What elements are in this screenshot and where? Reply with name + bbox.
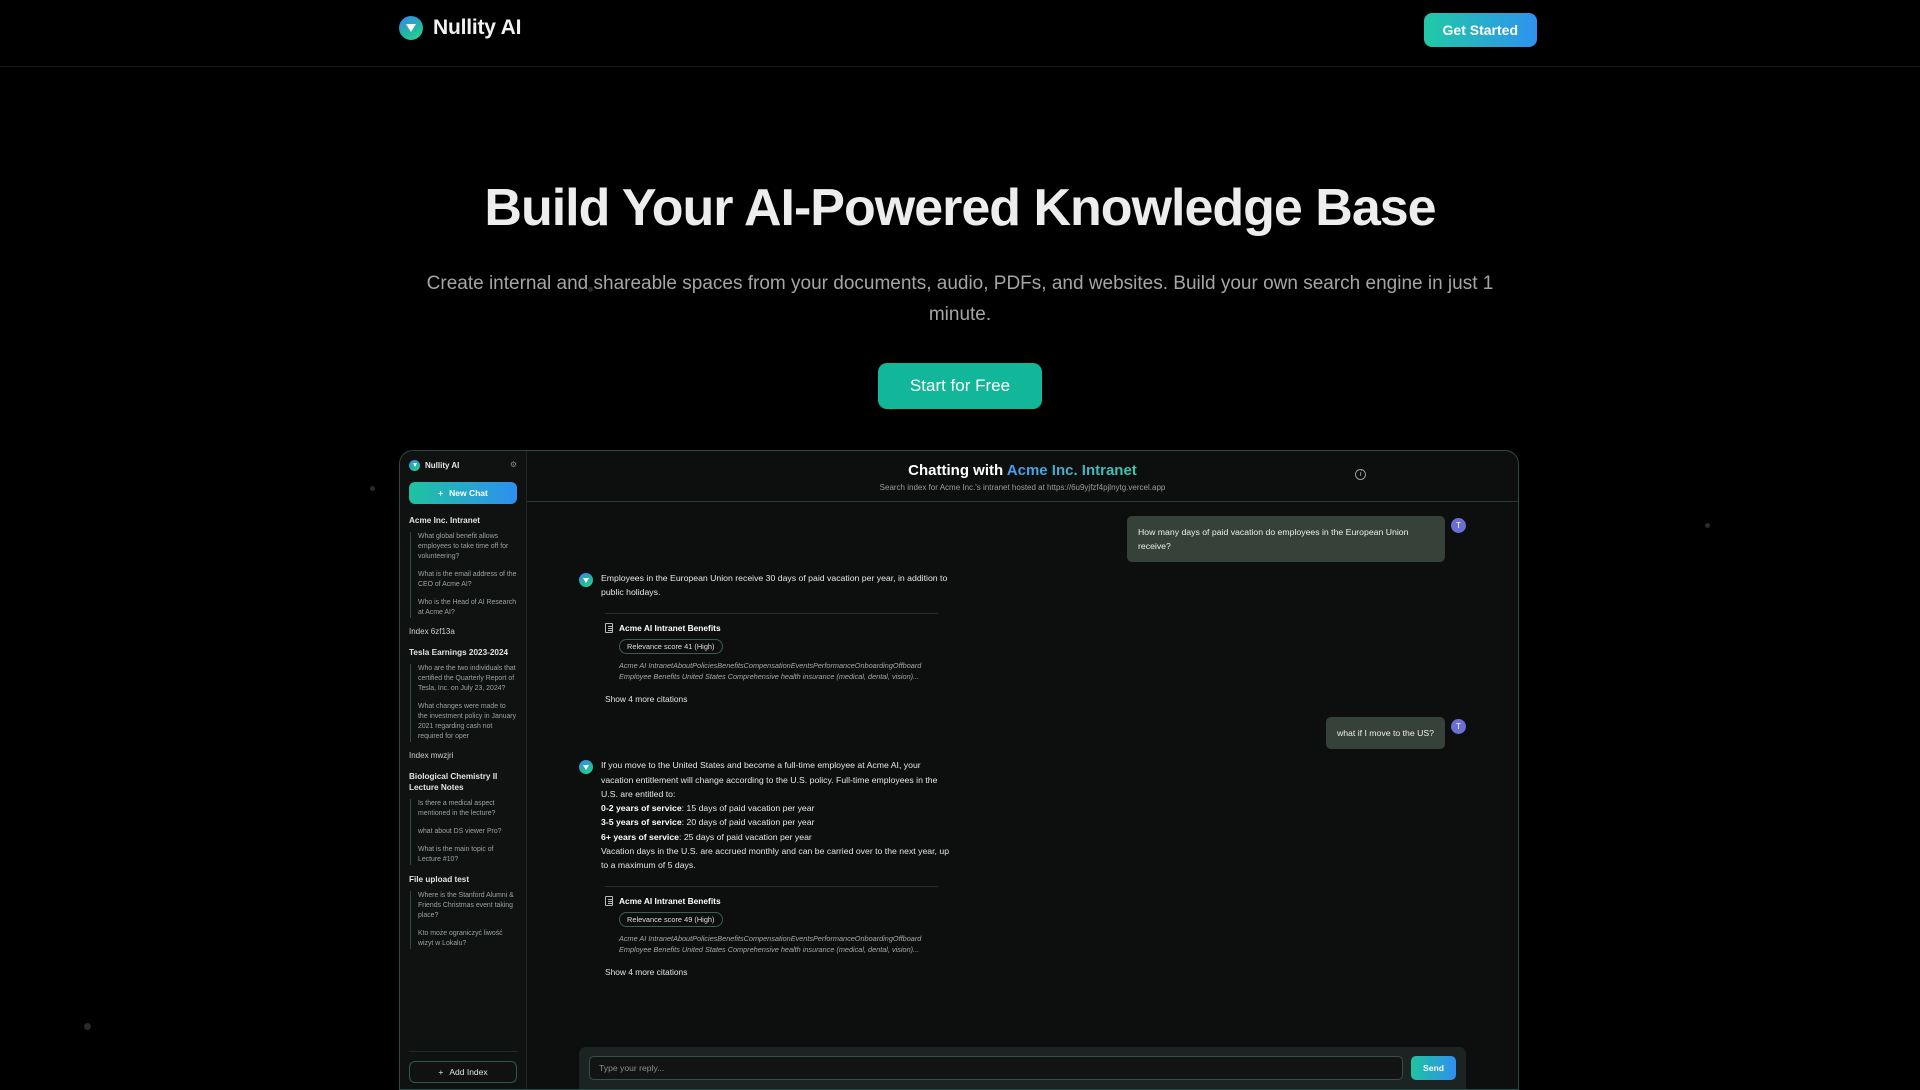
avatar: T — [1451, 518, 1466, 533]
message-composer: Send — [579, 1047, 1466, 1089]
service-tier-value: : 20 days of paid vacation per year — [681, 817, 815, 828]
brand-logo[interactable]: Nullity AI — [399, 16, 521, 40]
reply-input[interactable] — [589, 1056, 1403, 1080]
chat-header: Chatting with Acme Inc. Intranet Search … — [527, 451, 1518, 502]
document-icon — [605, 622, 613, 633]
message-row-bot: Employees in the European Union receive … — [579, 571, 1466, 600]
citation-card[interactable]: Acme AI Intranet Benefits Relevance scor… — [605, 622, 1466, 683]
sidebar-group-title[interactable]: Acme Inc. Intranet — [409, 515, 517, 526]
sidebar-divider — [409, 1051, 517, 1052]
relevance-score-badge: Relevance score 49 (High) — [619, 911, 723, 927]
sidebar-thread-item[interactable]: Who is the Head of AI Research at Acme A… — [418, 598, 517, 618]
citation-header: Acme AI Intranet Benefits — [605, 622, 1466, 633]
service-tier-value: : 15 days of paid vacation per year — [681, 803, 815, 814]
citation-snippet: Acme AI IntranetAboutPoliciesBenefitsCom… — [619, 933, 922, 954]
sidebar-thread-item[interactable]: Kto może ograniczyć liwość wizyt w Lokal… — [418, 929, 517, 949]
citation-divider — [605, 612, 938, 614]
sidebar-thread-item[interactable]: Where is the Stanford Alumni & Friends C… — [418, 891, 517, 921]
decorative-dot — [370, 486, 375, 491]
sidebar-index-label: Index mwzjri — [409, 751, 454, 761]
sidebar-group: File upload test Where is the Stanford A… — [409, 874, 517, 950]
bot-avatar-icon — [579, 760, 593, 775]
show-more-citations-link[interactable]: Show 4 more citations — [605, 694, 1466, 704]
sidebar-thread-item[interactable]: Is there a medical aspect mentioned in t… — [418, 799, 517, 819]
bot-message-closing: Vacation days in the U.S. are accrued mo… — [601, 846, 950, 871]
sidebar-thread-group: Who are the two individuals that certifi… — [410, 664, 517, 743]
service-tier-value: : 25 days of paid vacation per year — [679, 831, 812, 842]
send-button[interactable]: Send — [1410, 1056, 1456, 1080]
relevance-score-badge: Relevance score 41 (High) — [619, 638, 723, 654]
sidebar-group: Acme Inc. Intranet What global benefit a… — [409, 515, 517, 619]
hero-section: Build Your AI-Powered Knowledge Base Cre… — [0, 67, 1920, 410]
chat-title-index-name: Acme Inc. Intranet — [1006, 462, 1137, 479]
user-message-bubble: How many days of paid vacation do employ… — [1127, 516, 1445, 563]
bot-message-text: Employees in the European Union receive … — [601, 573, 948, 598]
sidebar-thread-group: Is there a medical aspect mentioned in t… — [410, 799, 517, 866]
avatar: T — [1451, 719, 1466, 735]
sidebar-thread-group: What global benefit allows employees to … — [410, 532, 517, 619]
hero-heading: Build Your AI-Powered Knowledge Base — [484, 179, 1436, 237]
sidebar-group-title[interactable]: Tesla Earnings 2023-2024 — [409, 647, 517, 658]
chat-title-prefix: Chatting with — [908, 462, 1007, 479]
show-more-citations-link[interactable]: Show 4 more citations — [605, 967, 1466, 977]
info-icon[interactable]: i — [1355, 469, 1366, 480]
sidebar-group-title[interactable]: File upload test — [409, 874, 517, 885]
add-index-label: Add Index — [449, 1067, 488, 1077]
hero-subheading: Create internal and shareable spaces fro… — [426, 273, 1494, 326]
citation-card[interactable]: Acme AI Intranet Benefits Relevance scor… — [605, 895, 1466, 956]
citation-divider — [605, 885, 938, 887]
sidebar-thread-group: Where is the Stanford Alumni & Friends C… — [410, 891, 517, 950]
chat-panel: Chatting with Acme Inc. Intranet Search … — [527, 451, 1518, 1089]
decorative-dot — [1705, 523, 1710, 528]
new-chat-label: New Chat — [449, 488, 488, 498]
citation-title: Acme AI Intranet Benefits — [619, 895, 721, 906]
triangle-logo-icon — [409, 459, 420, 471]
app-preview-window: Nullity AI ⚙ + New Chat Acme Inc. Intran… — [399, 450, 1519, 1090]
top-navbar: Nullity AI Get Started — [0, 0, 1920, 67]
message-list: How many days of paid vacation do employ… — [527, 502, 1518, 1037]
service-tier-label: 6+ years of service — [601, 831, 680, 842]
plus-icon: + — [438, 488, 444, 498]
brand-name: Nullity AI — [433, 16, 522, 39]
sidebar-index-label: Index 6zf13a — [409, 627, 455, 637]
triangle-logo-icon — [399, 16, 423, 40]
message-row-user: How many days of paid vacation do employ… — [579, 516, 1466, 563]
decorative-dot — [84, 1023, 91, 1030]
user-message-bubble: what if I move to the US? — [1325, 717, 1445, 750]
citation-title: Acme AI Intranet Benefits — [619, 622, 721, 633]
plus-icon: + — [438, 1067, 444, 1077]
message-row-user: what if I move to the US? T — [579, 717, 1466, 750]
new-chat-button[interactable]: + New Chat — [409, 482, 517, 504]
sidebar-thread-item[interactable]: What global benefit allows employees to … — [418, 532, 517, 562]
sidebar-thread-item[interactable]: What changes were made to the investment… — [418, 702, 517, 742]
bot-avatar-icon — [579, 573, 593, 588]
document-icon — [605, 895, 613, 906]
sidebar-group: Tesla Earnings 2023-2024 Who are the two… — [409, 647, 517, 743]
chat-title: Chatting with Acme Inc. Intranet — [527, 462, 1518, 479]
bot-message-intro: If you move to the United States and bec… — [601, 760, 938, 799]
sidebar-brand-name: Nullity AI — [425, 460, 460, 470]
sidebar-thread-item[interactable]: Who are the two individuals that certifi… — [418, 664, 517, 694]
citation-snippet: Acme AI IntranetAboutPoliciesBenefitsCom… — [619, 660, 922, 682]
sidebar-thread-item[interactable]: What is the main topic of Lecture #10? — [418, 845, 517, 865]
sidebar-group: Biological Chemistry II Lecture Notes Is… — [409, 771, 517, 866]
gear-icon[interactable]: ⚙ — [510, 461, 517, 469]
sidebar-header: Nullity AI ⚙ — [409, 457, 517, 473]
chat-subtitle: Search index for Acme Inc.'s intranet ho… — [879, 483, 1166, 492]
start-for-free-button[interactable]: Start for Free — [877, 363, 1043, 410]
sidebar-thread-item[interactable]: What is the email address of the CEO of … — [418, 570, 517, 590]
service-tier-label: 3-5 years of service — [601, 817, 682, 828]
sidebar-group-title[interactable]: Biological Chemistry II Lecture Notes — [409, 771, 517, 793]
sidebar-thread-item[interactable]: what about DS viewer Pro? — [418, 827, 517, 837]
get-started-button[interactable]: Get Started — [1423, 13, 1537, 47]
service-tier-label: 0-2 years of service — [601, 803, 682, 814]
app-sidebar: Nullity AI ⚙ + New Chat Acme Inc. Intran… — [400, 451, 527, 1089]
sidebar-thread-list[interactable]: Acme Inc. Intranet What global benefit a… — [409, 515, 517, 1051]
citation-header: Acme AI Intranet Benefits — [605, 895, 1466, 906]
bot-message-text: If you move to the United States and bec… — [601, 758, 953, 872]
message-row-bot: If you move to the United States and bec… — [579, 758, 1466, 872]
